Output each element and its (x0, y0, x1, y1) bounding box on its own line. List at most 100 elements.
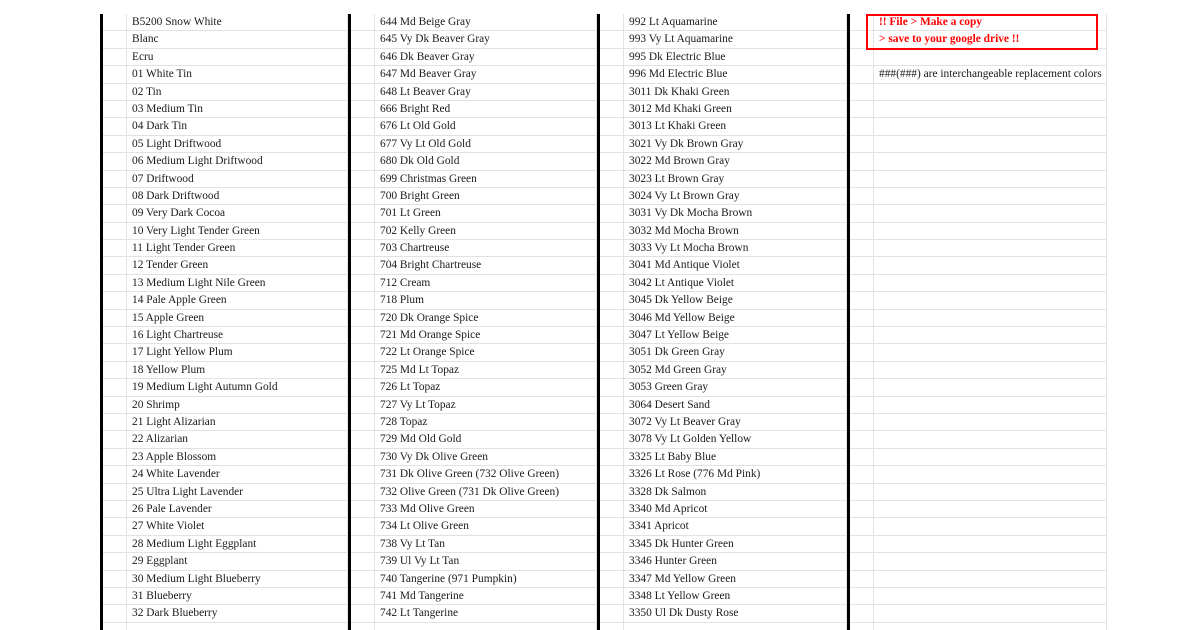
grid-cell[interactable]: 23 Apple Blossom (127, 448, 348, 467)
grid-gutter-cell[interactable] (600, 31, 624, 49)
grid-cell[interactable]: 718 Plum (375, 292, 597, 310)
grid-cell[interactable] (874, 292, 1107, 310)
grid-gutter-cell[interactable] (103, 292, 127, 310)
grid-gutter-cell[interactable] (850, 100, 874, 119)
grid-cell[interactable]: 16 Light Chartreuse (127, 327, 348, 345)
grid-gutter-cell[interactable] (103, 257, 127, 275)
grid-cell[interactable]: 676 Lt Old Gold (375, 118, 597, 136)
grid-cell[interactable] (874, 170, 1107, 188)
grid-gutter-cell[interactable] (103, 83, 127, 101)
grid-cell[interactable] (874, 622, 1107, 630)
grid-gutter-cell[interactable] (351, 66, 375, 84)
grid-gutter-cell[interactable] (850, 413, 874, 432)
grid-cell[interactable]: 3341 Apricot (624, 518, 847, 536)
grid-gutter-cell[interactable] (351, 31, 375, 49)
grid-cell[interactable] (874, 553, 1107, 571)
grid-gutter-cell[interactable] (600, 535, 624, 554)
grid-gutter-cell[interactable] (600, 553, 624, 571)
grid-cell[interactable]: B5200 Snow White (127, 14, 348, 32)
grid-cell[interactable]: 02 Tin (127, 83, 348, 101)
grid-gutter-cell[interactable] (600, 240, 624, 258)
grid-cell[interactable]: 22 Alizarian (127, 431, 348, 449)
grid-gutter-cell[interactable] (351, 48, 375, 67)
grid-cell[interactable] (874, 605, 1107, 623)
grid-cell[interactable] (874, 448, 1107, 467)
grid-cell[interactable]: 3052 Md Green Gray (624, 361, 847, 380)
grid-cell[interactable] (874, 240, 1107, 258)
grid-gutter-cell[interactable] (351, 396, 375, 414)
grid-gutter-cell[interactable] (351, 170, 375, 188)
grid-gutter-cell[interactable] (103, 240, 127, 258)
grid-cell[interactable]: 11 Light Tender Green (127, 240, 348, 258)
grid-gutter-cell[interactable] (600, 14, 624, 32)
grid-gutter-cell[interactable] (850, 553, 874, 571)
grid-gutter-cell[interactable] (600, 222, 624, 241)
grid-cell[interactable]: 647 Md Beaver Gray (375, 66, 597, 84)
grid-cell[interactable]: 732 Olive Green (731 Dk Olive Green) (375, 483, 597, 501)
grid-cell[interactable]: 06 Medium Light Driftwood (127, 153, 348, 171)
grid-gutter-cell[interactable] (103, 605, 127, 623)
grid-cell[interactable] (874, 118, 1107, 136)
grid-cell[interactable]: 3031 Vy Dk Mocha Brown (624, 205, 847, 223)
grid-cell[interactable]: 01 White Tin (127, 66, 348, 84)
grid-gutter-cell[interactable] (600, 605, 624, 623)
grid-cell[interactable]: 3325 Lt Baby Blue (624, 448, 847, 467)
grid-gutter-cell[interactable] (850, 240, 874, 258)
grid-gutter-cell[interactable] (850, 118, 874, 136)
grid-gutter-cell[interactable] (103, 448, 127, 467)
grid-gutter-cell[interactable] (850, 14, 874, 32)
grid-gutter-cell[interactable] (600, 48, 624, 67)
grid-gutter-cell[interactable] (103, 483, 127, 501)
grid-gutter-cell[interactable] (351, 257, 375, 275)
grid-cell[interactable]: 996 Md Electric Blue (624, 66, 847, 84)
grid-gutter-cell[interactable] (600, 466, 624, 484)
grid-gutter-cell[interactable] (103, 14, 127, 32)
grid-gutter-cell[interactable] (600, 83, 624, 101)
grid-gutter-cell[interactable] (351, 535, 375, 554)
grid-cell[interactable]: 14 Pale Apple Green (127, 292, 348, 310)
grid-cell[interactable]: 05 Light Driftwood (127, 135, 348, 154)
grid-gutter-cell[interactable] (600, 431, 624, 449)
grid-gutter-cell[interactable] (600, 257, 624, 275)
grid-gutter-cell[interactable] (850, 448, 874, 467)
grid-cell[interactable]: 3013 Lt Khaki Green (624, 118, 847, 136)
grid-gutter-cell[interactable] (351, 240, 375, 258)
grid-cell[interactable]: 720 Dk Orange Spice (375, 309, 597, 328)
grid-gutter-cell[interactable] (850, 622, 874, 630)
grid-cell[interactable]: 703 Chartreuse (375, 240, 597, 258)
grid-gutter-cell[interactable] (600, 570, 624, 588)
grid-gutter-cell[interactable] (351, 187, 375, 206)
grid-cell[interactable]: 24 White Lavender (127, 466, 348, 484)
grid-gutter-cell[interactable] (850, 48, 874, 67)
grid-gutter-cell[interactable] (103, 153, 127, 171)
grid-cell[interactable]: 3347 Md Yellow Green (624, 570, 847, 588)
grid-gutter-cell[interactable] (103, 431, 127, 449)
grid-cell[interactable] (874, 431, 1107, 449)
grid-gutter-cell[interactable] (103, 327, 127, 345)
grid-cell[interactable] (874, 83, 1107, 101)
grid-gutter-cell[interactable] (850, 518, 874, 536)
grid-gutter-cell[interactable] (103, 553, 127, 571)
grid-cell[interactable]: 721 Md Orange Spice (375, 327, 597, 345)
grid-cell[interactable] (874, 327, 1107, 345)
grid-cell[interactable]: 3012 Md Khaki Green (624, 100, 847, 119)
grid-cell[interactable]: 738 Vy Lt Tan (375, 535, 597, 554)
grid-gutter-cell[interactable] (351, 83, 375, 101)
grid-gutter-cell[interactable] (850, 396, 874, 414)
grid-cell[interactable]: 3042 Lt Antique Violet (624, 274, 847, 293)
grid-gutter-cell[interactable] (600, 309, 624, 328)
grid-cell[interactable] (874, 187, 1107, 206)
grid-cell[interactable]: 3350 Ul Dk Dusty Rose (624, 605, 847, 623)
grid-cell[interactable] (874, 587, 1107, 606)
grid-gutter-cell[interactable] (351, 222, 375, 241)
grid-cell[interactable]: 29 Eggplant (127, 553, 348, 571)
grid-gutter-cell[interactable] (351, 587, 375, 606)
grid-cell[interactable]: 09 Very Dark Cocoa (127, 205, 348, 223)
grid-cell[interactable]: > save to your google drive !! (874, 31, 1107, 49)
grid-gutter-cell[interactable] (103, 309, 127, 328)
grid-gutter-cell[interactable] (850, 187, 874, 206)
grid-cell[interactable] (874, 361, 1107, 380)
grid-gutter-cell[interactable] (850, 135, 874, 154)
grid-cell[interactable]: 699 Christmas Green (375, 170, 597, 188)
grid-cell[interactable] (874, 483, 1107, 501)
